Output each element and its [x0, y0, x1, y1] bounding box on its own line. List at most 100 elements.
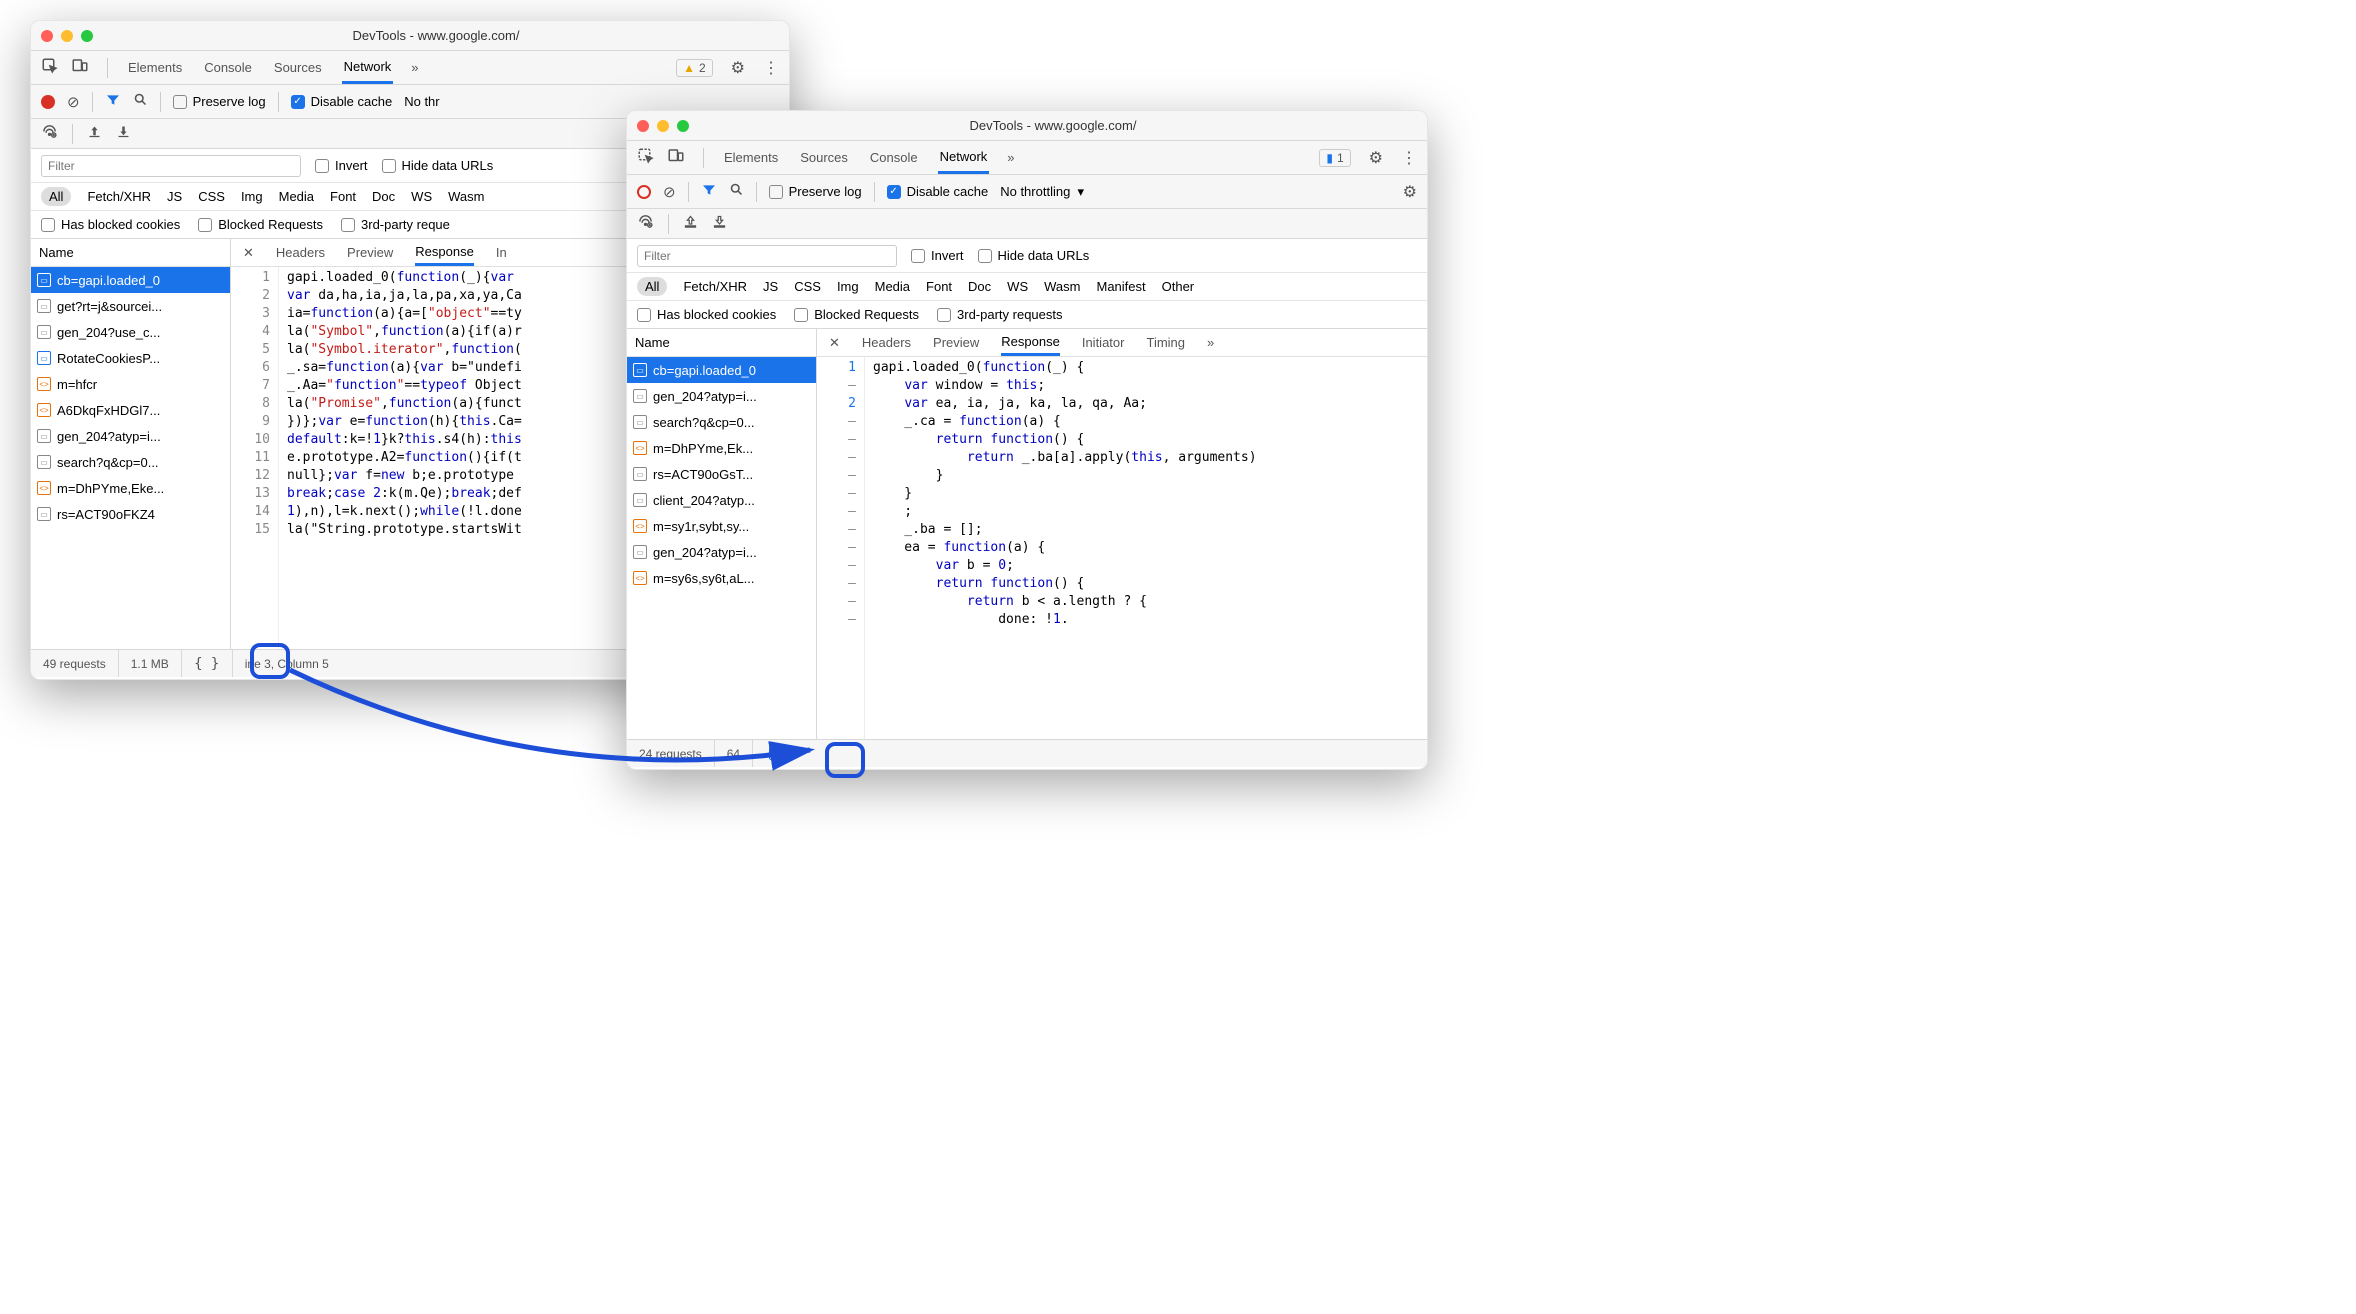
filter-css[interactable]: CSS: [198, 189, 225, 204]
filter-fetch-xhr[interactable]: Fetch/XHR: [87, 189, 151, 204]
hide-data-urls-checkbox[interactable]: Hide data URLs: [978, 248, 1090, 263]
request-row[interactable]: <>m=DhPYme,Ek...: [627, 435, 816, 461]
search-icon[interactable]: [133, 92, 148, 111]
name-column-header[interactable]: Name: [627, 329, 816, 357]
throttling-dropdown[interactable]: No throttling ▾: [1000, 184, 1084, 200]
detail-tab-headers[interactable]: Headers: [862, 329, 911, 356]
close-detail-icon[interactable]: ✕: [243, 245, 254, 261]
settings-icon[interactable]: ⚙: [1369, 148, 1383, 168]
preserve-log-checkbox[interactable]: Preserve log: [173, 94, 266, 109]
code-body[interactable]: gapi.loaded_0(function(_) { var window =…: [865, 357, 1257, 739]
maximize-window-icon[interactable]: [677, 120, 689, 132]
more-tabs-icon[interactable]: »: [1007, 150, 1014, 165]
upload-har-icon[interactable]: [87, 124, 102, 143]
request-row[interactable]: <>m=sy1r,sybt,sy...: [627, 513, 816, 539]
upload-har-icon[interactable]: [683, 214, 698, 233]
filter-other[interactable]: Other: [1162, 279, 1195, 294]
pretty-print-button[interactable]: { }: [753, 740, 803, 767]
messages-badge[interactable]: ▮1: [1319, 149, 1350, 167]
request-row[interactable]: ▭gen_204?use_c...: [31, 319, 230, 345]
record-button-icon[interactable]: [637, 185, 651, 199]
inspect-element-icon[interactable]: [637, 147, 655, 168]
more-menu-icon[interactable]: ⋮: [763, 58, 779, 78]
inspect-element-icon[interactable]: [41, 57, 59, 78]
clear-icon[interactable]: ⊘: [663, 183, 676, 201]
third-party-checkbox[interactable]: 3rd-party reque: [341, 217, 450, 232]
filter-input[interactable]: [41, 155, 301, 177]
warnings-badge[interactable]: ▲2: [676, 59, 713, 77]
detail-tab-preview[interactable]: Preview: [347, 239, 393, 266]
request-row[interactable]: ▭rs=ACT90oGsT...: [627, 461, 816, 487]
settings-icon[interactable]: ⚙: [731, 58, 745, 78]
filter-media[interactable]: Media: [279, 189, 314, 204]
detail-tab-initiator[interactable]: In: [496, 239, 507, 266]
blocked-requests-checkbox[interactable]: Blocked Requests: [794, 307, 919, 322]
filter-icon[interactable]: [105, 92, 121, 112]
hide-data-urls-checkbox[interactable]: Hide data URLs: [382, 158, 494, 173]
detail-tab-preview[interactable]: Preview: [933, 329, 979, 356]
detail-tab-timing[interactable]: Timing: [1146, 329, 1185, 356]
record-button-icon[interactable]: [41, 95, 55, 109]
filter-ws[interactable]: WS: [411, 189, 432, 204]
request-row[interactable]: ▭search?q&cp=0...: [31, 449, 230, 475]
tab-elements[interactable]: Elements: [126, 51, 184, 84]
more-menu-icon[interactable]: ⋮: [1401, 148, 1417, 168]
blocked-requests-checkbox[interactable]: Blocked Requests: [198, 217, 323, 232]
detail-tab-initiator[interactable]: Initiator: [1082, 329, 1125, 356]
detail-tab-response[interactable]: Response: [415, 239, 474, 266]
request-row[interactable]: ▭get?rt=j&sourcei...: [31, 293, 230, 319]
network-conditions-icon[interactable]: [41, 123, 58, 144]
filter-img[interactable]: Img: [241, 189, 263, 204]
request-row[interactable]: ▭RotateCookiesP...: [31, 345, 230, 371]
filter-media[interactable]: Media: [875, 279, 910, 294]
filter-icon[interactable]: [701, 182, 717, 202]
filter-wasm[interactable]: Wasm: [448, 189, 484, 204]
request-row[interactable]: ▭gen_204?atyp=i...: [31, 423, 230, 449]
request-row[interactable]: ▭client_204?atyp...: [627, 487, 816, 513]
filter-ws[interactable]: WS: [1007, 279, 1028, 294]
code-body[interactable]: gapi.loaded_0(function(_){var var da,ha,…: [279, 267, 522, 649]
tab-network[interactable]: Network: [342, 51, 394, 84]
filter-font[interactable]: Font: [330, 189, 356, 204]
request-row[interactable]: <>m=hfcr: [31, 371, 230, 397]
third-party-checkbox[interactable]: 3rd-party requests: [937, 307, 1063, 322]
request-row[interactable]: ▭cb=gapi.loaded_0: [31, 267, 230, 293]
more-tabs-icon[interactable]: »: [411, 60, 418, 75]
filter-all[interactable]: All: [41, 187, 71, 206]
request-row[interactable]: ▭search?q&cp=0...: [627, 409, 816, 435]
filter-css[interactable]: CSS: [794, 279, 821, 294]
invert-checkbox[interactable]: Invert: [911, 248, 964, 263]
filter-font[interactable]: Font: [926, 279, 952, 294]
request-row[interactable]: ▭cb=gapi.loaded_0: [627, 357, 816, 383]
pretty-print-button[interactable]: { }: [182, 650, 233, 677]
network-conditions-icon[interactable]: [637, 213, 654, 234]
invert-checkbox[interactable]: Invert: [315, 158, 368, 173]
preserve-log-checkbox[interactable]: Preserve log: [769, 184, 862, 199]
search-icon[interactable]: [729, 182, 744, 201]
close-window-icon[interactable]: [637, 120, 649, 132]
filter-fetch-xhr[interactable]: Fetch/XHR: [683, 279, 747, 294]
filter-input[interactable]: [637, 245, 897, 267]
throttling-dropdown[interactable]: No thr: [404, 94, 439, 109]
filter-doc[interactable]: Doc: [968, 279, 991, 294]
close-window-icon[interactable]: [41, 30, 53, 42]
tab-sources[interactable]: Sources: [798, 141, 850, 174]
has-blocked-cookies-checkbox[interactable]: Has blocked cookies: [41, 217, 180, 232]
request-row[interactable]: <>A6DkqFxHDGl7...: [31, 397, 230, 423]
name-column-header[interactable]: Name: [31, 239, 230, 267]
filter-manifest[interactable]: Manifest: [1096, 279, 1145, 294]
request-row[interactable]: <>m=sy6s,sy6t,aL...: [627, 565, 816, 591]
tab-sources[interactable]: Sources: [272, 51, 324, 84]
minimize-window-icon[interactable]: [61, 30, 73, 42]
tab-network[interactable]: Network: [938, 141, 990, 174]
tab-console[interactable]: Console: [868, 141, 920, 174]
disable-cache-checkbox[interactable]: Disable cache: [887, 184, 989, 199]
tab-console[interactable]: Console: [202, 51, 254, 84]
request-row[interactable]: ▭rs=ACT90oFKZ4: [31, 501, 230, 527]
clear-icon[interactable]: ⊘: [67, 93, 80, 111]
request-row[interactable]: ▭gen_204?atyp=i...: [627, 539, 816, 565]
filter-js[interactable]: JS: [167, 189, 182, 204]
filter-wasm[interactable]: Wasm: [1044, 279, 1080, 294]
close-detail-icon[interactable]: ✕: [829, 335, 840, 351]
tab-elements[interactable]: Elements: [722, 141, 780, 174]
